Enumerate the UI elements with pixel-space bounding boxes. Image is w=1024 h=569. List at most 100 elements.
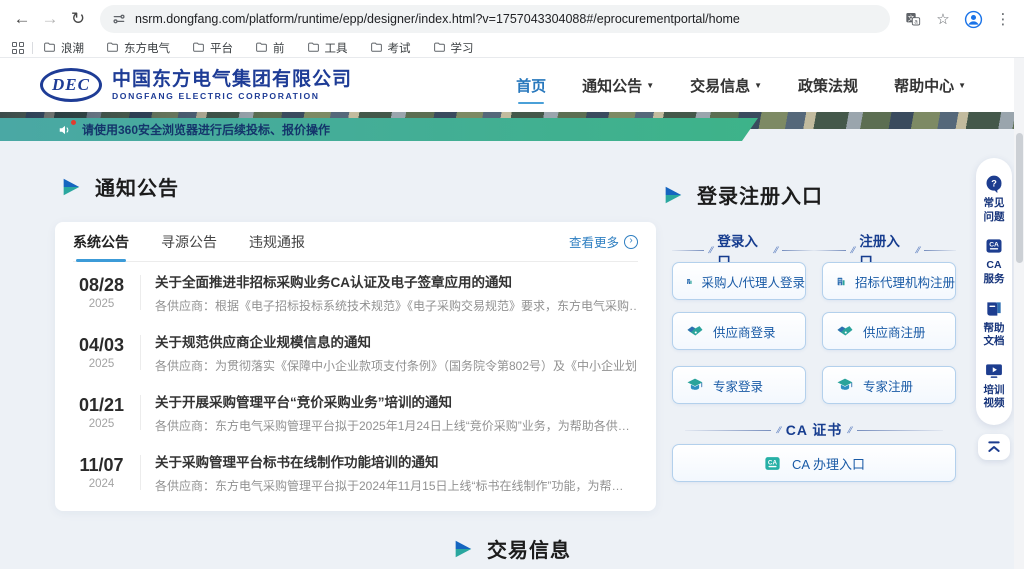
ca-service-rail-item[interactable]: CA CA 服务 [984,230,1005,292]
expert-register-button[interactable]: 专家注册 [822,366,956,404]
tab-sourcing-notices[interactable]: 寻源公告 [161,222,217,262]
notice-summary: 各供应商：东方电气采购管理平台拟于2024年11月15日上线“标书在线制作”功能… [155,477,624,494]
page-scrollbar [1014,58,1024,569]
notice-row[interactable]: 04/03 2025 关于规范供应商企业规模信息的通知 各供应商：为贯彻落实《保… [73,322,638,382]
arrow-circle-icon: › [624,235,638,249]
notice-title[interactable]: 关于全面推进非招标采购业务CA认证及电子签章应用的通知 [155,271,638,291]
trade-info-section-heading: 交易信息 [452,534,571,563]
announcement-ticker: 请使用360安全浏览器进行后续投标、报价操作 [0,118,758,141]
company-name-en: DONGFANG ELECTRIC CORPORATION [112,91,352,101]
notice-date: 04/03 2025 [73,335,141,370]
nav-policies[interactable]: 政策法规 [798,69,858,102]
reload-icon[interactable]: ↻ [68,5,88,33]
rail-label: 常见 问题 [984,197,1005,224]
building-icon [836,273,846,290]
apps-grid-icon[interactable] [12,42,24,54]
tab-system-notices[interactable]: 系统公告 [73,222,129,262]
profile-avatar-icon[interactable] [960,6,986,32]
svg-text:CA: CA [768,459,778,466]
view-more-link[interactable]: 查看更多 › [569,232,638,251]
folder-icon [192,41,205,54]
chevron-down-icon: ▼ [958,81,966,90]
speaker-icon [58,123,72,137]
supplier-register-button[interactable]: 供应商注册 [822,312,956,350]
notice-title[interactable]: 关于开展采购管理平台“竞价采购业务”培训的通知 [155,391,630,411]
folder-icon [433,41,446,54]
bookmark-folder-dongfang[interactable]: 东方电气 [106,40,170,56]
supplier-login-button[interactable]: 供应商登录 [672,312,806,350]
section-title: 通知公告 [95,172,179,201]
collapse-rail-button[interactable] [978,434,1010,460]
nav-home[interactable]: 首页 [516,69,546,102]
section-arrow-icon [662,184,684,206]
bookmark-folder-study[interactable]: 学习 [433,40,474,56]
notice-summary: 各供应商：东方电气采购管理平台拟于2025年1月24日上线“竞价采购”业务，为帮… [155,417,630,434]
bidding-agency-register-button[interactable]: 招标代理机构注册 [822,262,956,300]
chevron-down-icon: ▼ [754,81,762,90]
bookmark-folder-tools[interactable]: 工具 [307,40,348,56]
folder-icon [307,41,320,54]
expert-login-button[interactable]: 专家登录 [672,366,806,404]
purchaser-agent-login-button[interactable]: 采购人/代理人登录 [672,262,806,300]
bookmark-label: 平台 [210,40,233,56]
graduation-cap-icon [836,376,854,394]
notice-summary: 各供应商：根据《电子招标投标系统技术规范》《电子采购交易规范》要求，东方电气采购… [155,297,638,314]
section-title: 登录注册入口 [697,180,823,209]
main-nav: 首页 通知公告▼ 交易信息▼ 政策法规 帮助中心▼ [516,58,966,112]
help-docs-rail-item[interactable]: 帮助 文档 [984,293,1005,355]
bookmark-label: 东方电气 [124,40,170,56]
notice-row[interactable]: 08/28 2025 关于全面推进非招标采购业务CA认证及电子签章应用的通知 各… [73,262,638,322]
site-header: DEC 中国东方电气集团有限公司 DONGFANG ELECTRIC CORPO… [0,58,1024,112]
notification-dot [71,120,76,125]
notice-title[interactable]: 关于规范供应商企业规模信息的通知 [155,331,638,351]
bookmark-folder-langchao[interactable]: 浪潮 [43,40,84,56]
folder-icon [255,41,268,54]
notices-card: 系统公告 寻源公告 违规通报 查看更多 › 08/28 2025 关于全面推进非… [55,222,656,511]
bookmark-folder-exam[interactable]: 考试 [370,40,411,56]
notice-summary: 各供应商：为贯彻落实《保障中小企业款项支付条例》（国务院令第802号）及《中小企… [155,357,638,374]
url-text: nsrm.dongfang.com/platform/runtime/epp/d… [135,12,740,26]
bookmark-folder-platform[interactable]: 平台 [192,40,233,56]
translate-icon[interactable]: 文a [900,6,926,32]
notice-row[interactable]: 11/07 2024 关于采购管理平台标书在线制作功能培训的通知 各供应商：东方… [73,442,638,502]
chrome-menu-icon[interactable]: ⋮ [990,6,1016,32]
ca-card-icon: CA [763,454,782,473]
building-icon [686,273,693,290]
bookmark-label: 工具 [325,40,348,56]
handshake-icon [836,322,854,340]
ticker-text: 请使用360安全浏览器进行后续投标、报价操作 [82,121,330,138]
company-logo[interactable]: DEC 中国东方电气集团有限公司 DONGFANG ELECTRIC CORPO… [40,68,352,102]
nav-notices[interactable]: 通知公告▼ [582,69,654,102]
ca-apply-button[interactable]: CA CA 办理入口 [672,444,956,482]
nav-trade-info[interactable]: 交易信息▼ [690,69,762,102]
section-title: 交易信息 [487,534,571,563]
ca-cert-header: // CA 证书 // [672,420,956,440]
browser-toolbar: ← → ↻ nsrm.dongfang.com/platform/runtime… [0,0,1024,38]
notice-date: 01/21 2025 [73,395,141,430]
bookmarks-bar: 浪潮 东方电气 平台 前 工具 考试 学习 [0,38,1024,58]
bookmark-label: 前 [273,40,285,56]
bookmark-folder-front[interactable]: 前 [255,40,285,56]
entry-button-grid: 采购人/代理人登录 招标代理机构注册 供应商登录 供应商注册 专家登录 专家注册 [672,262,956,404]
svg-text:CA: CA [989,242,999,249]
folder-icon [106,41,119,54]
scrollbar-thumb[interactable] [1016,133,1023,263]
forward-icon[interactable]: → [40,5,60,33]
address-bar[interactable]: nsrm.dongfang.com/platform/runtime/epp/d… [100,5,890,33]
site-info-icon[interactable] [112,12,126,26]
rail-label: 培训 视频 [984,384,1005,411]
bookmark-star-icon[interactable]: ☆ [930,6,956,32]
training-videos-rail-item[interactable]: 培训 视频 [984,355,1005,417]
back-icon[interactable]: ← [12,5,32,33]
floating-help-rail: ? 常见 问题 CA CA 服务 帮助 文档 培训 视频 [976,158,1012,425]
nav-help-center[interactable]: 帮助中心▼ [894,69,966,102]
graduation-cap-icon [686,376,704,394]
bookmarks-separator [32,42,33,54]
tab-violation-reports[interactable]: 违规通报 [249,222,305,262]
handshake-icon [686,322,704,340]
notice-row[interactable]: 01/21 2025 关于开展采购管理平台“竞价采购业务”培训的通知 各供应商：… [73,382,638,442]
notices-section-heading: 通知公告 [60,172,179,201]
notice-title[interactable]: 关于采购管理平台标书在线制作功能培训的通知 [155,451,624,471]
notice-date: 11/07 2024 [73,455,141,490]
faq-rail-item[interactable]: ? 常见 问题 [984,168,1005,230]
